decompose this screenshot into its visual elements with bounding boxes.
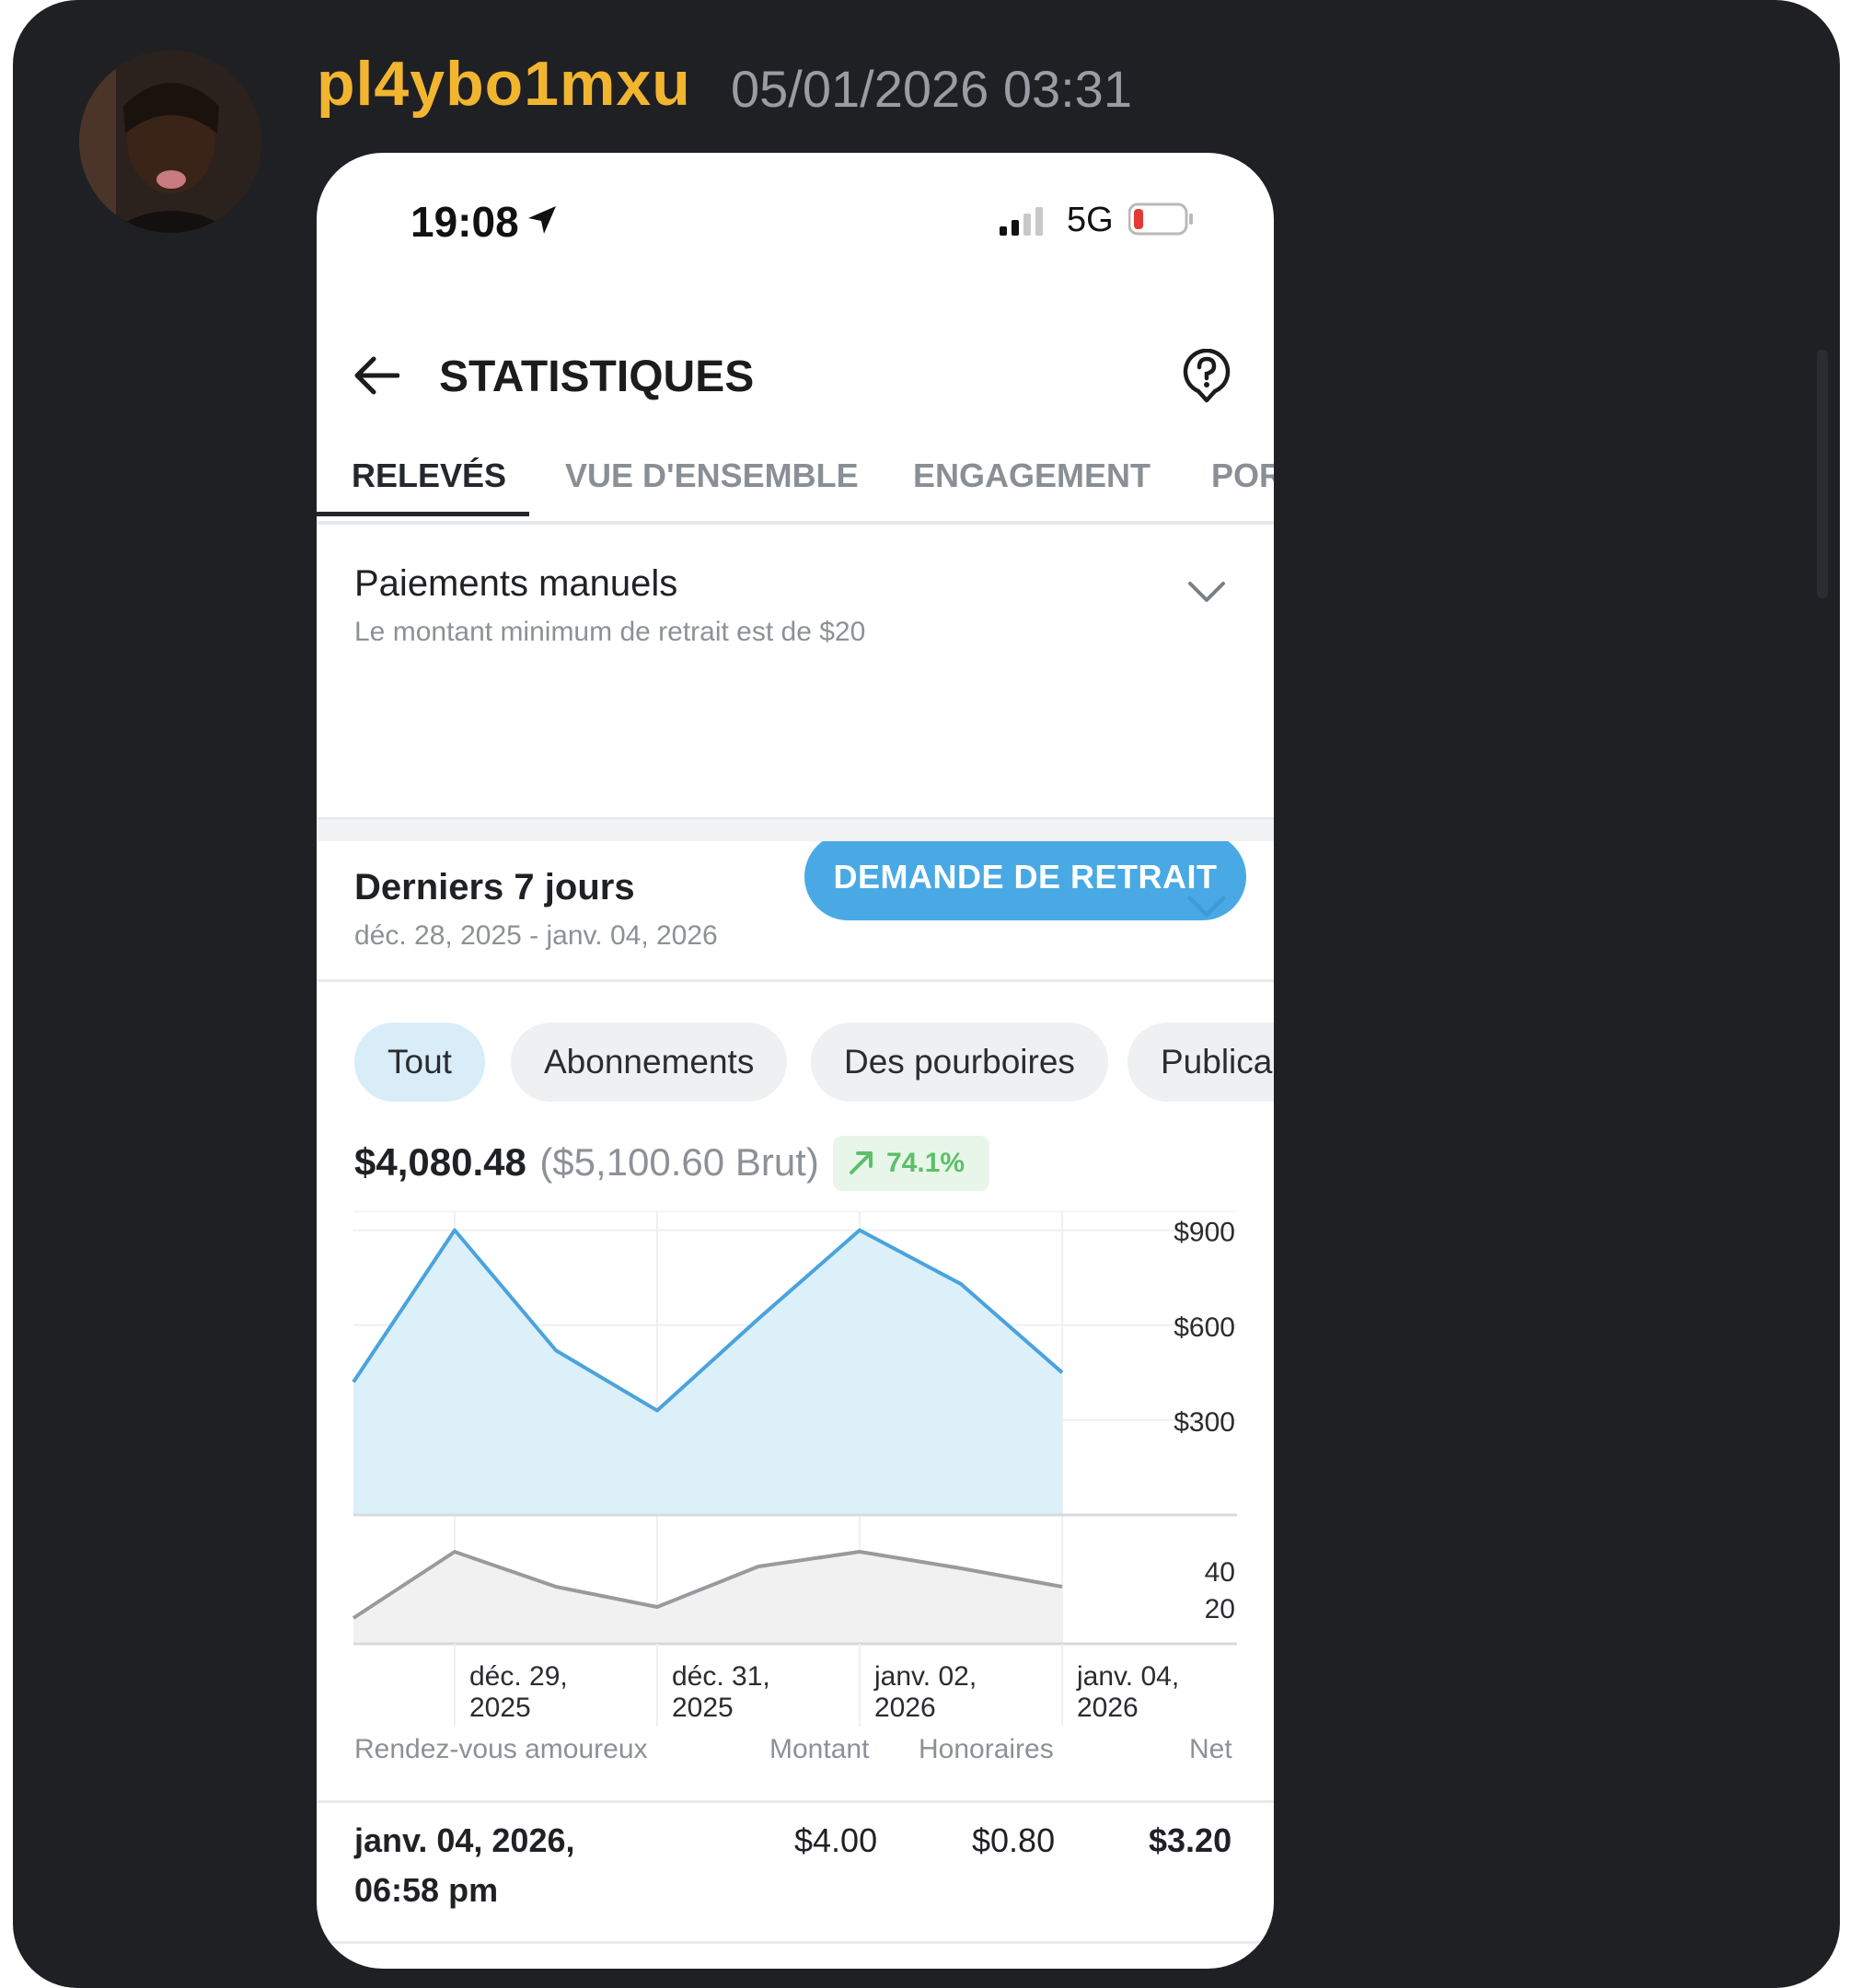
x-tick-label: 2025 [672, 1693, 734, 1723]
row-time: 06:58 pm [354, 1871, 499, 1909]
username[interactable]: pl4ybo1mxu [317, 48, 691, 120]
signal-icon [1000, 207, 1043, 236]
earnings-summary: $4,080.48 ($5,100.60 Brut) 74.1% [354, 1136, 989, 1205]
amount-area [353, 1230, 1062, 1515]
column-header-date: Rendez-vous amoureux [354, 1734, 648, 1764]
gross-earnings: ($5,100.60 Brut) [539, 1140, 819, 1184]
status-time: 19:08 [410, 198, 519, 246]
column-header-amount: Montant [769, 1734, 870, 1764]
help-icon[interactable] [1182, 349, 1231, 404]
chevron-down-icon[interactable] [1187, 895, 1226, 919]
column-header-net: Net [1189, 1734, 1232, 1764]
x-tick-label: 2026 [874, 1693, 936, 1723]
count-area [353, 1552, 1062, 1644]
filter-chip-publications[interactable]: Publica [1127, 1023, 1274, 1102]
page-title: STATISTIQUES [439, 353, 755, 401]
x-tick-label: déc. 31, [672, 1661, 770, 1692]
net-earnings: $4,080.48 [354, 1140, 526, 1184]
battery-icon [1128, 202, 1193, 236]
growth-badge: 74.1% [833, 1136, 989, 1191]
x-tick-label: déc. 29, [469, 1661, 568, 1692]
x-tick-label: 2026 [1077, 1693, 1139, 1723]
filter-chip-tout[interactable]: Tout [354, 1023, 485, 1102]
period-title: Derniers 7 jours [354, 867, 635, 907]
message-timestamp: 05/01/2026 03:31 [731, 60, 1132, 118]
y-tick-label: 20 [1205, 1594, 1235, 1624]
tab-engagement[interactable]: ENGAGEMENT [913, 457, 1150, 495]
chat-message-card: pl4ybo1mxu 05/01/2026 03:31 19:08 5G STA… [13, 0, 1840, 1988]
growth-value: 74.1% [886, 1148, 965, 1178]
back-arrow-icon[interactable] [353, 355, 399, 396]
row-amount: $4.00 [794, 1821, 878, 1859]
screenshot-phone: 19:08 5G STATISTIQUES RELEVÉS VUE D'ENSE… [317, 153, 1274, 1969]
column-header-fees: Honoraires [919, 1734, 1054, 1764]
payments-subtitle: Le montant minimum de retrait est de $20 [354, 617, 866, 647]
row-date: janv. 04, 2026, [354, 1821, 575, 1859]
x-tick-label: janv. 04, [1076, 1661, 1179, 1692]
filter-chip-abonnements[interactable]: Abonnements [511, 1023, 788, 1102]
filter-chip-pourboires[interactable]: Des pourboires [811, 1023, 1108, 1102]
scrollbar[interactable] [1817, 350, 1828, 598]
y-tick-label: 40 [1205, 1557, 1235, 1588]
tab-vue-d-ensemble[interactable]: VUE D'ENSEMBLE [565, 457, 859, 495]
active-tab-indicator [317, 512, 529, 516]
row-fee: $0.80 [972, 1821, 1056, 1859]
tab-por[interactable]: POR [1211, 457, 1274, 495]
period-selector[interactable]: Derniers 7 jours déc. 28, 2025 - janv. 0… [317, 839, 1274, 982]
network-label: 5G [1067, 201, 1114, 239]
trend-up-icon [850, 1151, 873, 1174]
chevron-down-icon[interactable] [1187, 580, 1226, 604]
location-arrow-icon [528, 206, 556, 234]
x-tick-label: janv. 02, [873, 1661, 977, 1692]
row-net: $3.20 [1149, 1821, 1232, 1859]
y-tick-label: $600 [1174, 1312, 1235, 1343]
period-range: déc. 28, 2025 - janv. 04, 2026 [354, 920, 718, 951]
table-header: Rendez-vous amoureux Montant Honoraires … [317, 1727, 1274, 1803]
tab-releves[interactable]: RELEVÉS [352, 457, 506, 495]
section-divider [317, 817, 1274, 841]
payments-title: Paiements manuels [354, 563, 678, 604]
x-tick-label: 2025 [469, 1693, 531, 1723]
tab-bar: RELEVÉS VUE D'ENSEMBLE ENGAGEMENT POR [317, 420, 1274, 525]
app-header: STATISTIQUES [317, 328, 1274, 420]
table-row[interactable]: janv. 04, 2026, 06:58 pm $4.00 $0.80 $3.… [317, 1803, 1274, 1944]
y-tick-label: $300 [1174, 1407, 1235, 1438]
status-bar: 19:08 5G [317, 153, 1274, 291]
user-avatar[interactable] [79, 51, 261, 233]
y-tick-label: $900 [1174, 1218, 1235, 1248]
